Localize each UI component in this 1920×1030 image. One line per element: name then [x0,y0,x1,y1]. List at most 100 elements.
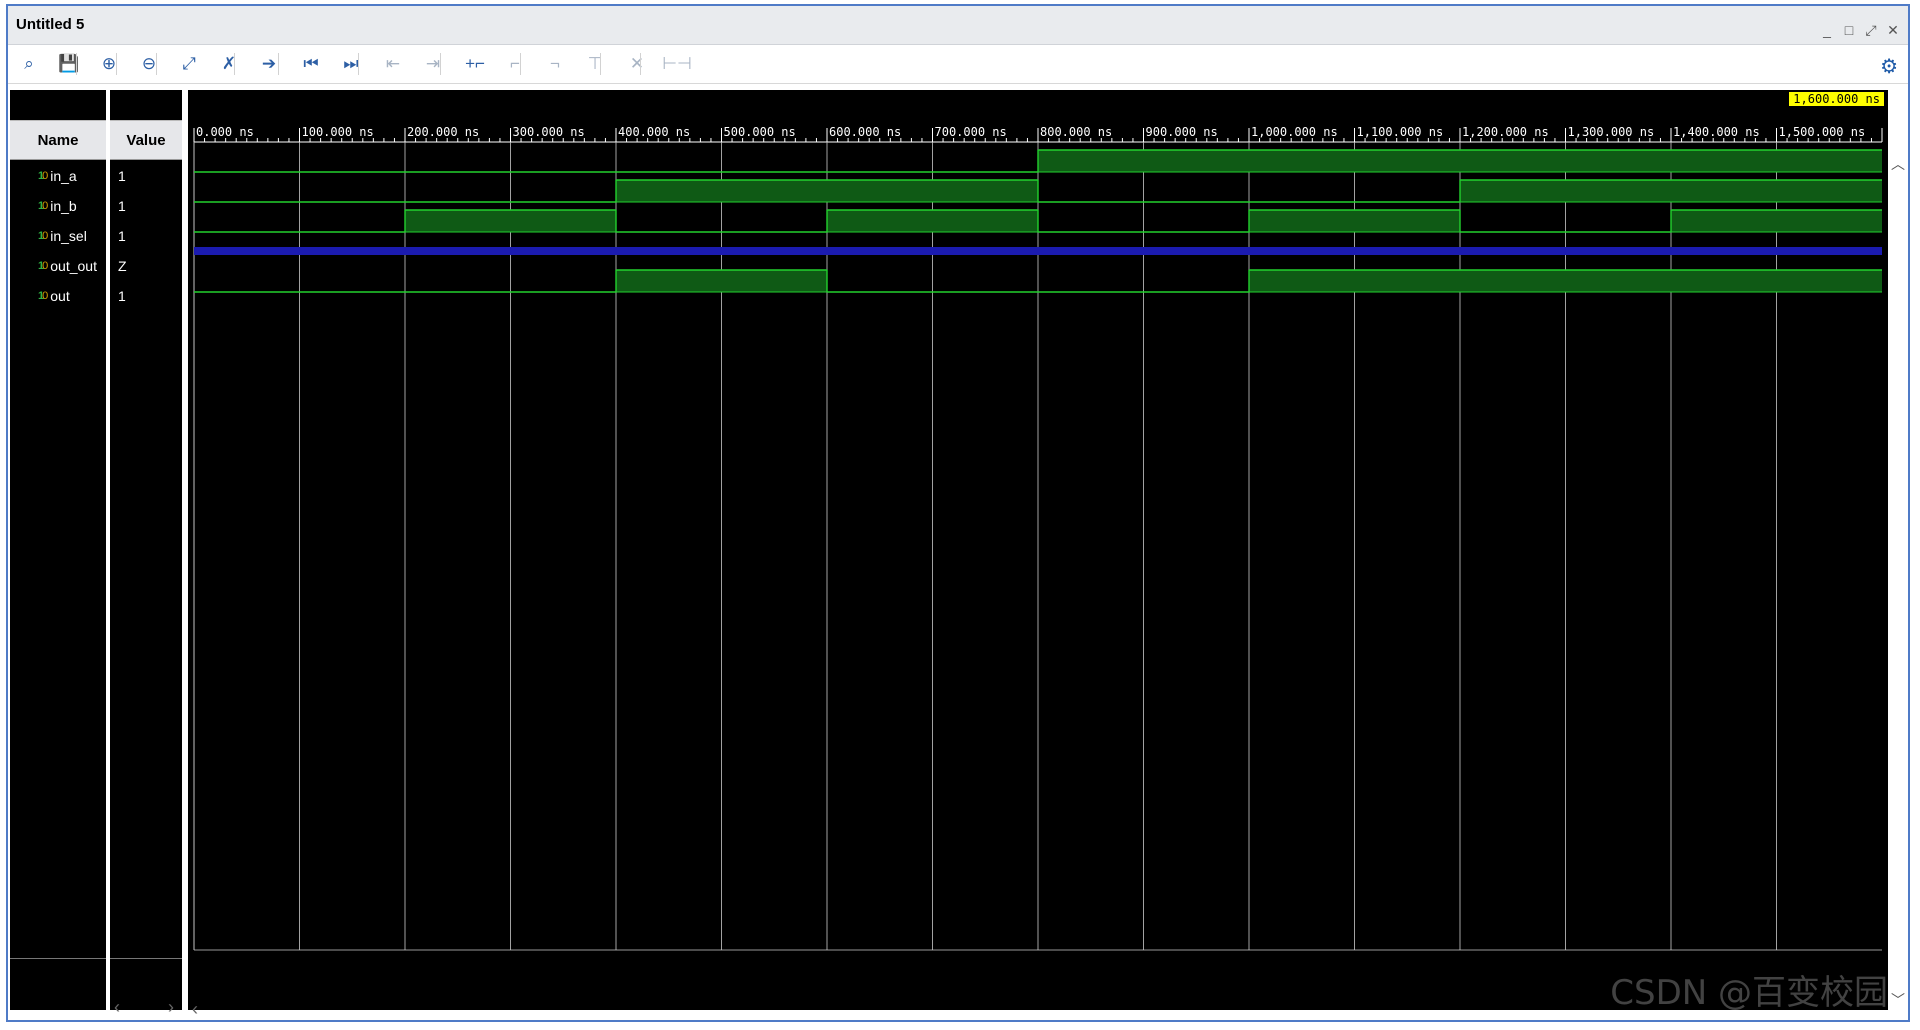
bit-signal-icon: 10 [38,200,48,212]
signal-value-in_a: 1 [110,162,182,190]
vertical-scrollbar[interactable]: ︿ ﹀ [1888,156,1908,1008]
value-column-header[interactable]: Value [110,120,182,160]
trace-high-in_b [1460,180,1882,202]
wave-scroll-left-icon[interactable]: ‹ [192,999,198,1020]
close-icon[interactable]: ✕ [1884,22,1902,39]
restore-icon[interactable]: □ [1840,22,1858,38]
next-transition-icon[interactable]: ⇥ [418,49,448,79]
time-tick-label: 300.000 ns [513,125,585,139]
toolbar-separator [600,53,601,75]
scroll-left-icon[interactable]: ‹ [114,997,120,1018]
time-tick-label: 800.000 ns [1040,125,1112,139]
signal-row-out[interactable]: 10 out [10,282,106,310]
trace-high-in_sel [827,210,1038,232]
snap-icon[interactable]: ⊢⊣ [662,49,692,79]
trace-high-in_sel [1671,210,1882,232]
window-title: Untitled 5 [16,16,85,33]
signal-value-panel: Value 1 1 1 Z 1 ‹ › [110,90,182,1017]
signal-row-in_sel[interactable]: 10 in_sel [10,222,106,250]
time-tick-label: 1,100.000 ns [1357,125,1444,139]
bit-signal-icon: 10 [38,170,48,182]
toolbar-separator [358,53,359,75]
time-tick-label: 500.000 ns [724,125,796,139]
trace-high-in_b [616,180,1038,202]
signal-name-panel: Name 10 in_a 10 in_b 10 in_sel 10 out_out 10 out [10,90,106,1010]
toolbar-separator [156,53,157,75]
zoom-fit-icon[interactable]: ⤢ [174,49,204,79]
next-marker-icon[interactable]: ¬ [540,49,570,79]
previous-transition-icon[interactable]: ⇤ [378,49,408,79]
signal-name: in_a [50,168,77,184]
signal-value-in_b: 1 [110,192,182,220]
maximize-icon[interactable]: ⤢ [1862,22,1880,39]
time-tick-label: 100.000 ns [302,125,374,139]
waveform-toolbar: ⌕ 💾 ⊕ ⊖ ⤢ ✗ ➔ ⏮ ⏭ ⇤ ⇥ +⌐ ⌐ ¬ ⊤ ✕ ⊢⊣ [8,45,1908,84]
toolbar-separator [76,53,77,75]
signal-value-out: 1 [110,282,182,310]
bit-signal-icon: 10 [38,260,48,272]
zoom-in-icon[interactable]: ⊕ [94,49,124,79]
trace-high-in_sel [1249,210,1460,232]
toolbar-separator [278,53,279,75]
title-bar: Untitled 5 _ □ ⤢ ✕ [8,6,1908,45]
swap-cursors-icon[interactable]: ⊤ [580,49,610,79]
time-tick-label: 1,400.000 ns [1673,125,1760,139]
trace-high-out [616,270,827,292]
bit-signal-icon: 10 [38,290,48,302]
scroll-right-icon[interactable]: › [168,997,174,1018]
bit-signal-icon: 10 [38,230,48,242]
trace-high-in_a [1038,150,1882,172]
signal-name: in_sel [50,228,87,244]
go-to-time-zero-icon[interactable]: ⏮ [296,49,326,79]
signal-value-text: 1 [118,228,126,244]
go-to-last-time-icon[interactable]: ⏭ [336,49,366,79]
toolbar-separator [640,53,641,75]
name-column-header[interactable]: Name [10,120,106,160]
delete-marker-icon[interactable]: ✕ [622,49,652,79]
signal-value-text: Z [118,258,127,274]
minimize-icon[interactable]: _ [1818,22,1836,38]
signal-value-out_out: Z [110,252,182,280]
trace-high-in_sel [405,210,616,232]
signal-value-text: 1 [118,168,126,184]
waveform-window: Untitled 5 _ □ ⤢ ✕ ⌕ 💾 ⊕ ⊖ ⤢ ✗ ➔ ⏮ ⏭ ⇤ ⇥ +⌐ ⌐ ¬ ⊤ ✕ ⊢⊣ ⚙… [6,4,1910,1022]
signal-row-out_out[interactable]: 10 out_out [10,252,106,280]
time-tick-label: 1,500.000 ns [1779,125,1866,139]
waveform-canvas[interactable]: 0.000 ns 100.000 ns 200.000 ns 300.000 ns 40… [188,90,1888,1010]
time-tick-label: 0.000 ns [196,125,254,139]
scroll-up-icon[interactable]: ︿ [1891,154,1905,174]
toolbar-separator [520,53,521,75]
toolbar-separator [440,53,441,75]
time-tick-label: 200.000 ns [407,125,479,139]
watermark: CSDN @百变校园 [1610,973,1888,1013]
waveform-main-area: Name 10 in_a 10 in_b 10 in_sel 10 out_out 10 out … [8,84,1908,1020]
go-to-cursor-icon[interactable]: ➔ [254,49,284,79]
time-tick-label: 700.000 ns [935,125,1007,139]
signal-row-in_a[interactable]: 10 in_a [10,162,106,190]
signal-name: out [50,288,70,304]
waveform-svg: 0.000 ns 100.000 ns 200.000 ns 300.000 ns 40… [193,125,1883,951]
trace-z-out_out [194,247,1882,255]
zoom-out-icon[interactable]: ⊖ [134,49,164,79]
time-tick-label: 1,300.000 ns [1568,125,1655,139]
panel-divider [110,958,182,959]
signal-value-text: 1 [118,288,126,304]
signal-name: out_out [50,258,97,274]
scroll-down-icon[interactable]: ﹀ [1891,990,1905,1010]
time-tick-label: 400.000 ns [618,125,690,139]
panel-divider [10,958,106,959]
time-tick-label: 1,000.000 ns [1251,125,1338,139]
time-tick-label: 900.000 ns [1146,125,1218,139]
zoom-to-cursor-icon[interactable]: ✗ [214,49,244,79]
toolbar-separator [234,53,235,75]
previous-marker-icon[interactable]: ⌐ [500,49,530,79]
cursor-time-label[interactable]: 1,600.000 ns [1789,92,1884,106]
search-icon[interactable]: ⌕ [14,49,44,79]
trace-high-out [1249,270,1882,292]
gear-icon[interactable]: ⚙ [1880,54,1898,79]
time-tick-label: 600.000 ns [829,125,901,139]
add-marker-icon[interactable]: +⌐ [460,49,490,79]
save-icon[interactable]: 💾 [54,49,84,79]
signal-row-in_b[interactable]: 10 in_b [10,192,106,220]
signal-name: in_b [50,198,77,214]
